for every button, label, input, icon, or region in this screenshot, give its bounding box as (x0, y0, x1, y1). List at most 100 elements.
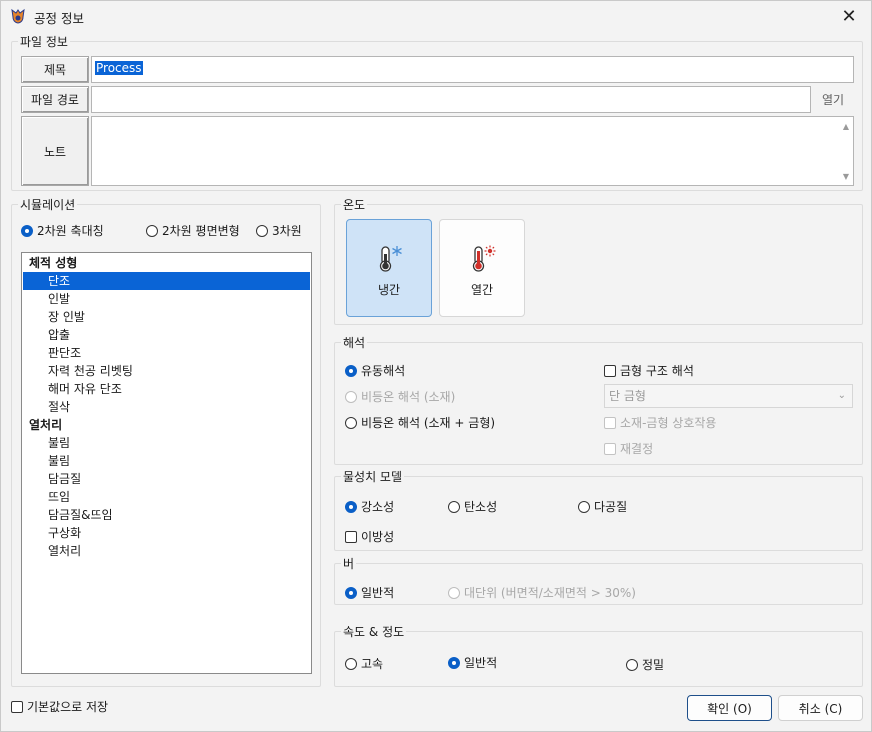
radio-dot (345, 586, 357, 599)
file-info-legend: 파일 정보 (20, 35, 68, 49)
tree-item[interactable]: 압출 (23, 326, 310, 344)
checkbox-label: 기본값으로 저장 (27, 700, 109, 714)
radio-label: 고속 (361, 657, 384, 671)
note-textarea[interactable]: ▲ ▼ (91, 116, 854, 186)
temperature-legend: 온도 (343, 198, 366, 212)
interaction-checkbox[interactable]: 소재-금형 상호작용 (604, 414, 716, 431)
burr-legend: 버 (343, 557, 355, 571)
title-bar: 공정 정보 ✕ (1, 1, 871, 31)
elastoplastic-radio[interactable]: 탄소성 (448, 498, 497, 515)
tree-item[interactable]: 뜨임 (23, 488, 310, 506)
save-default-checkbox[interactable]: 기본값으로 저장 (11, 698, 108, 715)
chevron-down-icon: ⌄ (837, 390, 846, 401)
die-type-select[interactable]: 단 금형 ⌄ (604, 384, 853, 408)
title-input[interactable]: Process (91, 56, 854, 83)
tree-item[interactable]: 담금질 (23, 470, 310, 488)
ok-button[interactable]: 확인 (O) (687, 695, 772, 721)
die-type-value: 단 금형 (609, 389, 646, 403)
title-label: 제목 (21, 56, 89, 83)
title-input-value: Process (95, 61, 143, 75)
tree-item[interactable]: 판단조 (23, 344, 310, 362)
mode-3d-radio[interactable]: 3차원 (256, 222, 302, 239)
scroll-up-icon[interactable]: ▲ (843, 122, 849, 131)
tree-category[interactable]: 열처리 (23, 416, 310, 434)
thermometer-cold-icon (379, 246, 402, 272)
mode-2d-axisymmetric-radio[interactable]: 2차원 축대칭 (21, 222, 104, 239)
radio-dot (448, 656, 460, 669)
tree-item[interactable]: 장 인발 (23, 308, 310, 326)
tree-item[interactable]: 단조 (23, 272, 310, 290)
checkbox-box (345, 530, 357, 543)
flow-analysis-radio[interactable]: 유동해석 (345, 362, 405, 379)
radio-dot (448, 500, 460, 513)
radio-dot (448, 586, 460, 599)
tree-item[interactable]: 해머 자유 단조 (23, 380, 310, 398)
radio-label: 정밀 (642, 658, 665, 672)
path-input[interactable] (91, 86, 811, 113)
burr-large-radio[interactable]: 대단위 (버면적/소재면적 > 30%) (448, 584, 636, 601)
porous-radio[interactable]: 다공질 (578, 498, 627, 515)
close-icon[interactable]: ✕ (827, 1, 871, 31)
radio-dot (345, 657, 357, 670)
path-label: 파일 경로 (21, 86, 89, 113)
radio-label: 탄소성 (464, 500, 498, 514)
simulation-legend: 시뮬레이션 (20, 198, 76, 212)
open-button[interactable]: 열기 (822, 91, 844, 108)
burr-normal-radio[interactable]: 일반적 (345, 584, 394, 601)
anisotropy-checkbox[interactable]: 이방성 (345, 528, 394, 545)
speed-fast-radio[interactable]: 고속 (345, 655, 383, 672)
radio-dot (345, 390, 357, 403)
radio-label: 비등온 해석 (소재) (361, 390, 456, 404)
dialog-window: 공정 정보 ✕ 파일 정보 제목 Process 파일 경로 열기 노트 ▲ ▼… (0, 0, 872, 732)
checkbox-label: 소재-금형 상호작용 (620, 416, 717, 430)
checkbox-box (604, 364, 616, 377)
cancel-button[interactable]: 취소 (C) (778, 695, 863, 721)
speed-accuracy-legend: 속도 & 정도 (343, 625, 405, 639)
radio-label: 2차원 평면변형 (162, 224, 240, 238)
recrystallization-checkbox[interactable]: 재결정 (604, 440, 653, 457)
radio-dot (345, 416, 357, 429)
radio-label: 비등온 해석 (소재 + 금형) (361, 416, 496, 430)
tree-item[interactable]: 인발 (23, 290, 310, 308)
checkbox-box (604, 416, 616, 429)
radio-dot (146, 224, 158, 237)
radio-dot (578, 500, 590, 513)
analysis-legend: 해석 (343, 336, 366, 350)
checkbox-label: 이방성 (361, 530, 395, 544)
tree-item[interactable]: 열처리 (23, 542, 310, 560)
radio-label: 일반적 (464, 656, 498, 670)
radio-label: 3차원 (272, 224, 302, 238)
rigid-plastic-radio[interactable]: 강소성 (345, 498, 394, 515)
speed-normal-radio[interactable]: 일반적 (448, 654, 497, 671)
tree-item[interactable]: 불림 (23, 452, 310, 470)
radio-label: 대단위 (버면적/소재면적 > 30%) (464, 586, 636, 600)
nonisothermal-material-die-radio[interactable]: 비등온 해석 (소재 + 금형) (345, 414, 495, 431)
nonisothermal-material-radio[interactable]: 비등온 해석 (소재) (345, 388, 455, 405)
cold-button[interactable]: 냉간 (346, 219, 432, 317)
hot-label: 열간 (470, 283, 494, 297)
radio-label: 2차원 축대칭 (37, 224, 104, 238)
scroll-down-icon[interactable]: ▼ (843, 172, 849, 181)
tree-item[interactable]: 불림 (23, 434, 310, 452)
tree-item[interactable]: 담금질&뜨임 (23, 506, 310, 524)
process-tree[interactable]: 체적 성형 단조 인발 장 인발 압출 판단조 자력 천공 리벳팅 해머 자유 … (21, 252, 312, 674)
app-logo-icon (11, 8, 25, 24)
tree-item[interactable]: 자력 천공 리벳팅 (23, 362, 310, 380)
checkbox-label: 재결정 (620, 442, 654, 456)
radio-label: 다공질 (594, 500, 628, 514)
hot-button[interactable]: 열간 (439, 219, 525, 317)
tree-item[interactable]: 구상화 (23, 524, 310, 542)
radio-dot (626, 658, 638, 671)
speed-precise-radio[interactable]: 정밀 (626, 656, 664, 673)
thermometer-hot-icon (472, 245, 496, 272)
window-title: 공정 정보 (34, 11, 84, 26)
die-structure-checkbox[interactable]: 금형 구조 해석 (604, 362, 694, 379)
radio-dot (21, 224, 33, 237)
tree-item[interactable]: 절삭 (23, 398, 310, 416)
cold-label: 냉간 (377, 283, 401, 297)
radio-dot (345, 500, 357, 513)
tree-category[interactable]: 체적 성형 (23, 254, 310, 272)
property-model-legend: 물성치 모델 (343, 470, 403, 484)
radio-dot (256, 224, 268, 237)
mode-2d-plane-strain-radio[interactable]: 2차원 평면변형 (146, 222, 240, 239)
